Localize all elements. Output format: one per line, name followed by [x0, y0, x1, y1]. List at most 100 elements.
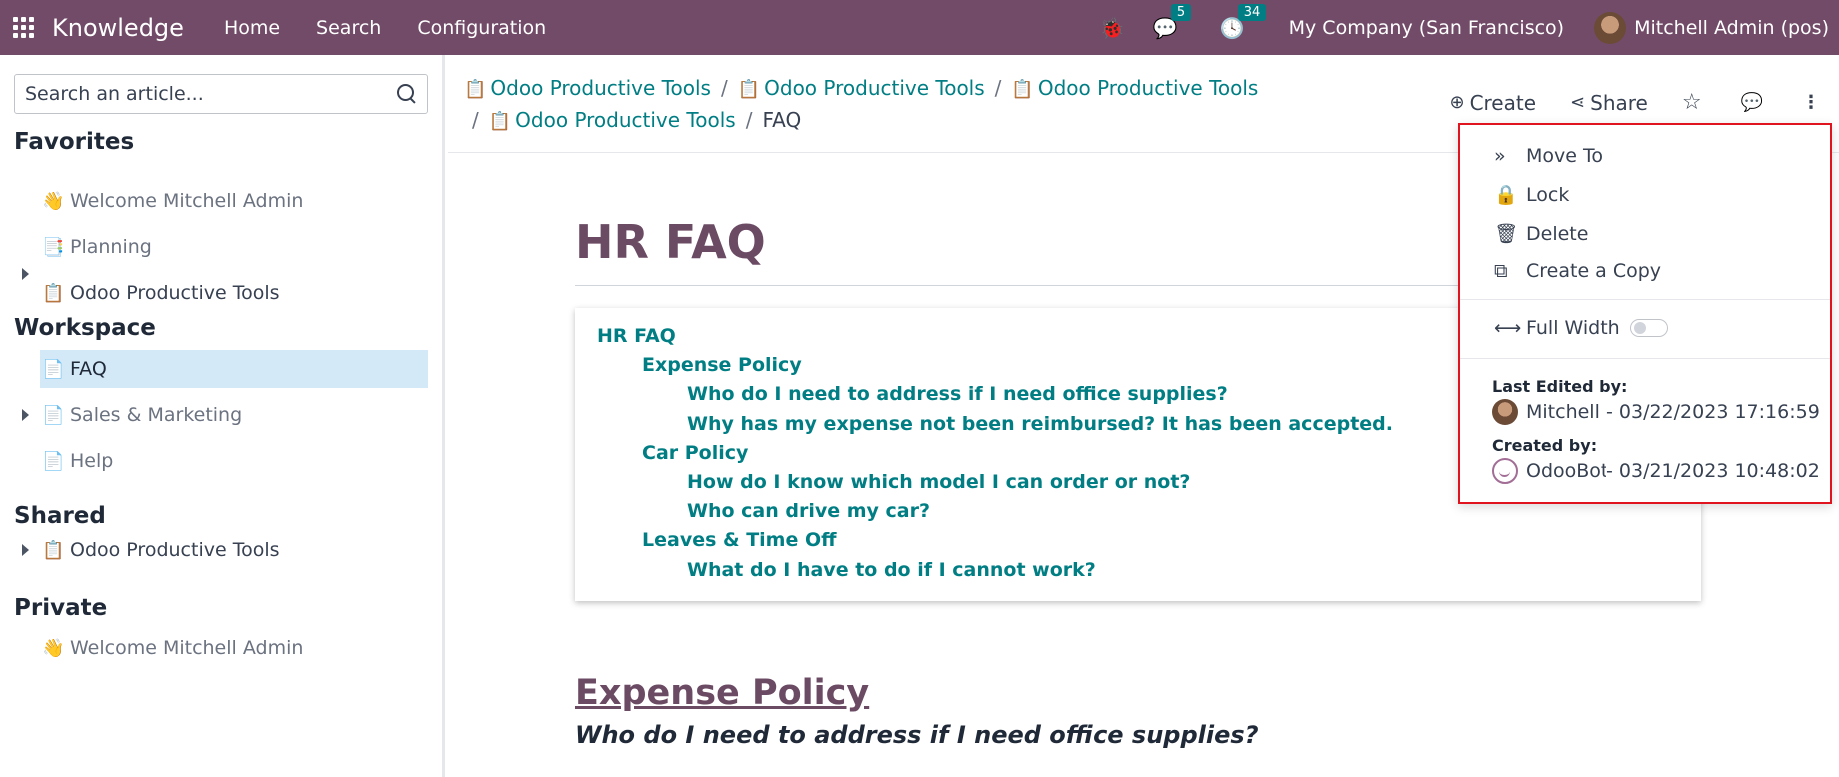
menu-search[interactable]: Search [316, 17, 381, 39]
sidebar-item-sales-marketing[interactable]: 📄 Sales & Marketing [40, 396, 428, 434]
user-avatar [1594, 11, 1627, 44]
menu-label: Delete [1526, 222, 1589, 245]
create-label: Create [1469, 90, 1537, 115]
toc-item[interactable]: Leaves & Time Off [597, 526, 1679, 555]
article-search-box [14, 74, 428, 114]
last-edited-label: Last Edited by: [1492, 377, 1628, 396]
apps-menu-icon[interactable] [13, 16, 35, 39]
lock-item[interactable]: 🔒 Lock [1494, 183, 1569, 207]
breadcrumb-item[interactable]: 📋 Odoo Productive Tools [489, 108, 736, 132]
wave-icon: 👋 [42, 190, 65, 212]
navbar-systray: 🐞 💬 5 🕓 34 My Company (San Francisco) Mi… [1086, 0, 1829, 55]
sidebar-item-label: Welcome Mitchell Admin [70, 190, 304, 212]
sidebar-item-label: Sales & Marketing [70, 404, 243, 426]
company-switcher[interactable]: My Company (San Francisco) [1289, 17, 1564, 39]
favorites-title: Favorites [14, 129, 135, 155]
document-icon: 📑 [42, 236, 65, 258]
expand-caret-icon[interactable] [22, 409, 29, 421]
star-icon: ☆ [1681, 90, 1702, 115]
breadcrumb-label: Odoo Productive Tools [1037, 76, 1259, 100]
create-copy-item[interactable]: ⧉ Create a Copy [1494, 260, 1661, 282]
breadcrumb-separator: / [994, 76, 1002, 100]
sidebar-item-productive-tools[interactable]: 📋 Odoo Productive Tools [40, 274, 428, 312]
shared-title: Shared [14, 503, 106, 529]
page-icon: 📄 [42, 450, 65, 472]
sidebar-item-help[interactable]: 📄 Help [40, 442, 428, 480]
breadcrumb-item[interactable]: 📋 Odoo Productive Tools [1011, 76, 1258, 100]
double-chevron-right-icon: » [1494, 145, 1506, 167]
article-options-dropdown: » Move To 🔒 Lock 🗑 Delete ⧉ Create a Cop… [1458, 123, 1832, 504]
sidebar-item-label: Odoo Productive Tools [70, 539, 280, 561]
expand-caret-icon[interactable] [22, 544, 29, 556]
private-title: Private [14, 595, 108, 621]
full-width-item[interactable]: ⟷ Full Width [1494, 317, 1668, 339]
expand-caret-icon[interactable] [22, 268, 29, 280]
activities-clock-icon[interactable]: 🕓 34 [1220, 3, 1267, 40]
article-toolbar: ⊕ Create ⋖ Share ☆ 💬 ⋮ [1415, 90, 1825, 115]
share-button[interactable]: ⋖ Share [1570, 91, 1648, 115]
breadcrumb-separator: / [745, 108, 753, 132]
created-date: - 03/21/2023 10:48:02 [1606, 460, 1820, 482]
breadcrumb-item[interactable]: 📋 Odoo Productive Tools [738, 76, 985, 100]
menu-home[interactable]: Home [224, 17, 280, 39]
breadcrumb: 📋 Odoo Productive Tools / 📋 Odoo Productive … [464, 73, 1284, 137]
section-heading: Expense Policy [575, 672, 870, 713]
favorite-star-button[interactable]: ☆ [1682, 90, 1707, 115]
menu-divider [1460, 358, 1830, 359]
comments-icon: 💬 [1740, 92, 1763, 113]
search-icon[interactable] [396, 83, 417, 105]
debug-bug-icon[interactable]: 🐞 [1100, 16, 1125, 40]
workspace-title: Workspace [14, 315, 156, 341]
user-name: Mitchell Admin (pos) [1634, 16, 1829, 39]
wave-icon: 👋 [42, 637, 65, 659]
sidebar-item-label: Planning [70, 236, 152, 258]
share-icon: ⋖ [1570, 92, 1586, 113]
created-by-label: Created by: [1492, 436, 1598, 455]
delete-item[interactable]: 🗑 Delete [1494, 222, 1589, 246]
page-icon: 📄 [42, 358, 65, 380]
lock-icon: 🔒 [1494, 184, 1518, 206]
breadcrumb-label: Odoo Productive Tools [490, 76, 711, 100]
breadcrumb-separator: / [472, 108, 479, 132]
messages-icon[interactable]: 💬 5 [1153, 3, 1192, 40]
knowledge-sidebar: Favorites 👋 Welcome Mitchell Admin 📑 Pla… [0, 55, 445, 777]
sidebar-item-shared-productive-tools[interactable]: 📋 Odoo Productive Tools [40, 531, 428, 569]
editor-name[interactable]: Mitchell Admin [1526, 401, 1606, 423]
top-navbar: Knowledge Home Search Configuration 🐞 💬 … [0, 0, 1839, 55]
copy-icon: ⧉ [1494, 260, 1508, 282]
clipboard-icon: 📋 [464, 79, 487, 100]
question-heading: Who do I need to address if I need offic… [575, 720, 1259, 749]
sidebar-item-label: FAQ [70, 358, 107, 380]
edited-date: - 03/22/2023 17:16:59 [1606, 401, 1820, 423]
move-to-item[interactable]: » Move To [1494, 145, 1603, 167]
creator-name[interactable]: OdooBot [1526, 460, 1606, 482]
create-button[interactable]: ⊕ Create [1449, 91, 1536, 115]
menu-label: Move To [1526, 145, 1603, 167]
horizontal-arrows-icon: ⟷ [1494, 317, 1522, 339]
menu-divider [1460, 299, 1830, 300]
clipboard-icon: 📋 [42, 282, 65, 304]
clipboard-icon: 📋 [42, 539, 65, 561]
sidebar-item-private-welcome[interactable]: 👋 Welcome Mitchell Admin [40, 629, 428, 667]
full-width-toggle[interactable] [1629, 319, 1668, 337]
sidebar-item-faq[interactable]: 📄 FAQ [40, 350, 428, 388]
app-brand[interactable]: Knowledge [52, 14, 184, 42]
share-label: Share [1590, 90, 1648, 115]
sidebar-item-welcome[interactable]: 👋 Welcome Mitchell Admin [40, 182, 428, 220]
activities-badge: 34 [1237, 3, 1267, 21]
messages-badge: 5 [1170, 3, 1192, 21]
clipboard-icon: 📋 [737, 79, 761, 100]
page-icon: 📄 [42, 404, 65, 426]
plus-circle-icon: ⊕ [1449, 92, 1465, 113]
toc-item[interactable]: What do I have to do if I cannot work? [597, 556, 1679, 585]
sidebar-item-planning[interactable]: 📑 Planning [40, 228, 428, 266]
trash-icon: 🗑 [1494, 223, 1519, 245]
article-search-input[interactable] [25, 83, 397, 105]
breadcrumb-label: Odoo Productive Tools [515, 108, 736, 132]
vertical-ellipsis-icon: ⋮ [1802, 92, 1820, 113]
user-menu[interactable]: Mitchell Admin (pos) [1594, 11, 1829, 44]
breadcrumb-item[interactable]: 📋 Odoo Productive Tools [464, 76, 711, 100]
menu-configuration[interactable]: Configuration [417, 17, 546, 39]
more-options-button[interactable]: ⋮ [1802, 92, 1825, 113]
chatter-button[interactable]: 💬 [1741, 92, 1768, 113]
